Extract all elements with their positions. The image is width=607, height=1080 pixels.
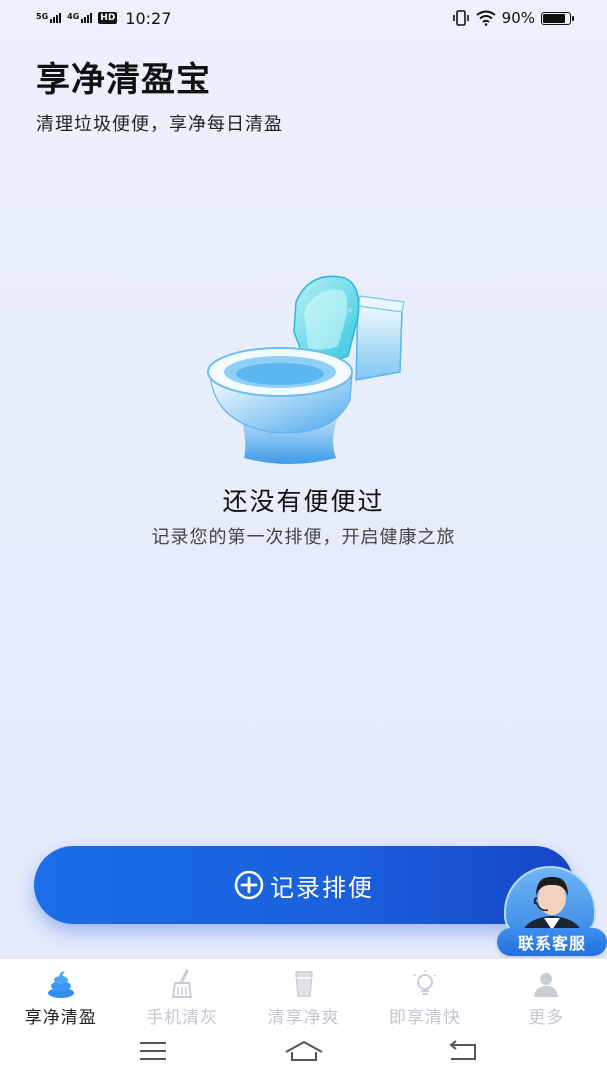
status-left: 5G 4G HD 10:27 <box>36 9 171 28</box>
tab-label: 更多 <box>528 1008 565 1028</box>
empty-state-title: 还没有便便过 <box>222 487 385 516</box>
battery-icon <box>541 11 574 25</box>
signal-5g-icon: 5G <box>36 12 62 23</box>
status-bar: 5G 4G HD 10:27 90% <box>0 0 607 36</box>
tab-xiangjing-qingying[interactable]: 享净清盈 <box>0 959 121 1031</box>
tab-label: 手机清灰 <box>146 1008 219 1028</box>
contact-customer-service-button[interactable]: 联系客服 <box>497 866 607 958</box>
network-type-5g: 5G <box>36 12 49 21</box>
app-subtitle: 清理垃圾便便，享净每日清盈 <box>36 114 283 135</box>
toilet-illustration <box>207 275 405 464</box>
signal-4g-icon: 4G <box>67 12 93 23</box>
poop-icon <box>47 971 74 998</box>
app-title: 享净清盈宝 <box>36 60 211 100</box>
home-icon[interactable] <box>284 1040 324 1062</box>
tab-more[interactable]: 更多 <box>486 959 607 1031</box>
agent-figure-icon <box>521 876 583 934</box>
tab-label: 享净清盈 <box>24 1008 97 1028</box>
empty-state-description: 记录您的第一次排便，开启健康之旅 <box>151 527 456 548</box>
tab-label: 清享净爽 <box>267 1008 340 1028</box>
record-button-label: 记录排便 <box>270 873 374 902</box>
record-bowel-movement-button[interactable]: 记录排便 <box>34 846 574 924</box>
status-right: 90% <box>452 9 574 27</box>
tab-phone-clean[interactable]: 手机清灰 <box>121 959 242 1031</box>
customer-service-label: 联系客服 <box>497 928 607 956</box>
broom-icon <box>171 969 193 998</box>
back-icon[interactable] <box>447 1040 479 1062</box>
person-icon <box>534 973 559 997</box>
menu-icon[interactable] <box>138 1040 168 1062</box>
bulb-icon <box>413 970 437 995</box>
wifi-icon <box>476 10 496 26</box>
tab-qingxiang-jingshuang[interactable]: 清享净爽 <box>243 959 364 1031</box>
battery-percent: 90% <box>501 9 535 27</box>
tab-label: 即享清快 <box>388 1008 461 1028</box>
network-type-4g: 4G <box>67 12 80 21</box>
system-navigation-bar <box>0 1030 607 1080</box>
cup-icon <box>294 971 313 997</box>
bottom-tab-bar: 享净清盈 手机清灰 清享净爽 即享清快 更多 <box>0 958 607 1031</box>
plus-circle-icon <box>234 870 264 900</box>
clock: 10:27 <box>125 8 172 28</box>
tab-jixiang-qingkuai[interactable]: 即享清快 <box>364 959 485 1031</box>
agent-avatar <box>504 866 596 936</box>
vibrate-icon <box>452 10 469 26</box>
hd-voice-icon: HD <box>98 12 118 24</box>
